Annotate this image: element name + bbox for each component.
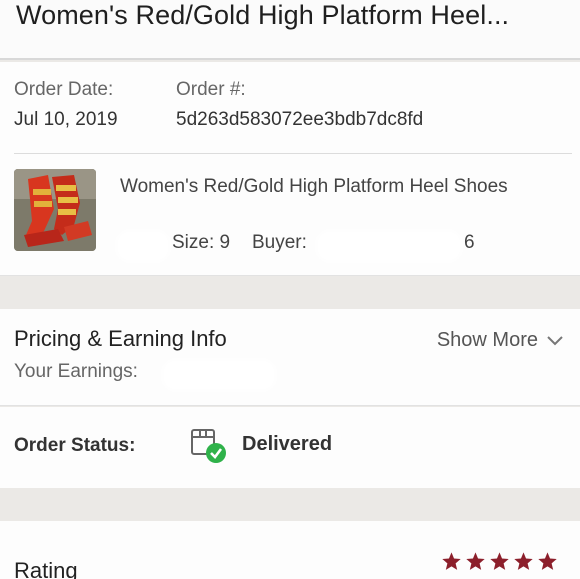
pricing-card: Pricing & Earning Info Show More Your Ea…: [0, 309, 580, 406]
shoe-image: [14, 169, 96, 251]
product-thumbnail[interactable]: [14, 169, 96, 251]
star-icon: [538, 552, 557, 570]
star-icon: [466, 552, 485, 570]
divider: [14, 153, 572, 154]
page-title: Women's Red/Gold High Platform Heel...: [16, 0, 510, 30]
order-number-value: 5d263d583072ee3bdb7dc8fd: [176, 109, 424, 130]
rating-label: Rating: [14, 558, 78, 579]
order-status-value: Delivered: [242, 433, 333, 455]
rating-stars: [441, 551, 558, 572]
rating-card: Rating: [0, 521, 580, 579]
redacted-area: [120, 234, 166, 258]
order-status-label: Order Status:: [14, 435, 136, 456]
chevron-down-icon: [547, 335, 563, 345]
earnings-label: Your Earnings:: [14, 361, 138, 382]
order-number-label: Order #:: [176, 79, 246, 100]
product-size: Size: 9: [172, 232, 231, 253]
show-more-button[interactable]: Show More: [437, 329, 564, 352]
star-icon: [514, 552, 533, 570]
package-delivered-icon: [191, 429, 226, 463]
product-name[interactable]: Women's Red/Gold High Platform Heel Shoe…: [120, 172, 550, 201]
redacted-earnings: [166, 363, 272, 387]
app-header: Women's Red/Gold High Platform Heel...: [0, 0, 580, 60]
pricing-heading: Pricing & Earning Info: [14, 326, 227, 351]
buyer-label: Buyer:: [252, 232, 307, 253]
show-more-label: Show More: [436, 329, 538, 351]
star-icon: [442, 552, 461, 570]
order-info-card: Order Date: Jul 10, 2019 Order #: 5d263d…: [0, 62, 580, 276]
order-status-card: Order Status: Delivered: [0, 407, 580, 488]
star-icon: [490, 552, 509, 570]
order-date-value: Jul 10, 2019: [14, 109, 118, 130]
redacted-buyer: [320, 234, 458, 258]
order-date-label: Order Date:: [14, 79, 114, 100]
buyer-suffix: 6: [464, 232, 475, 253]
